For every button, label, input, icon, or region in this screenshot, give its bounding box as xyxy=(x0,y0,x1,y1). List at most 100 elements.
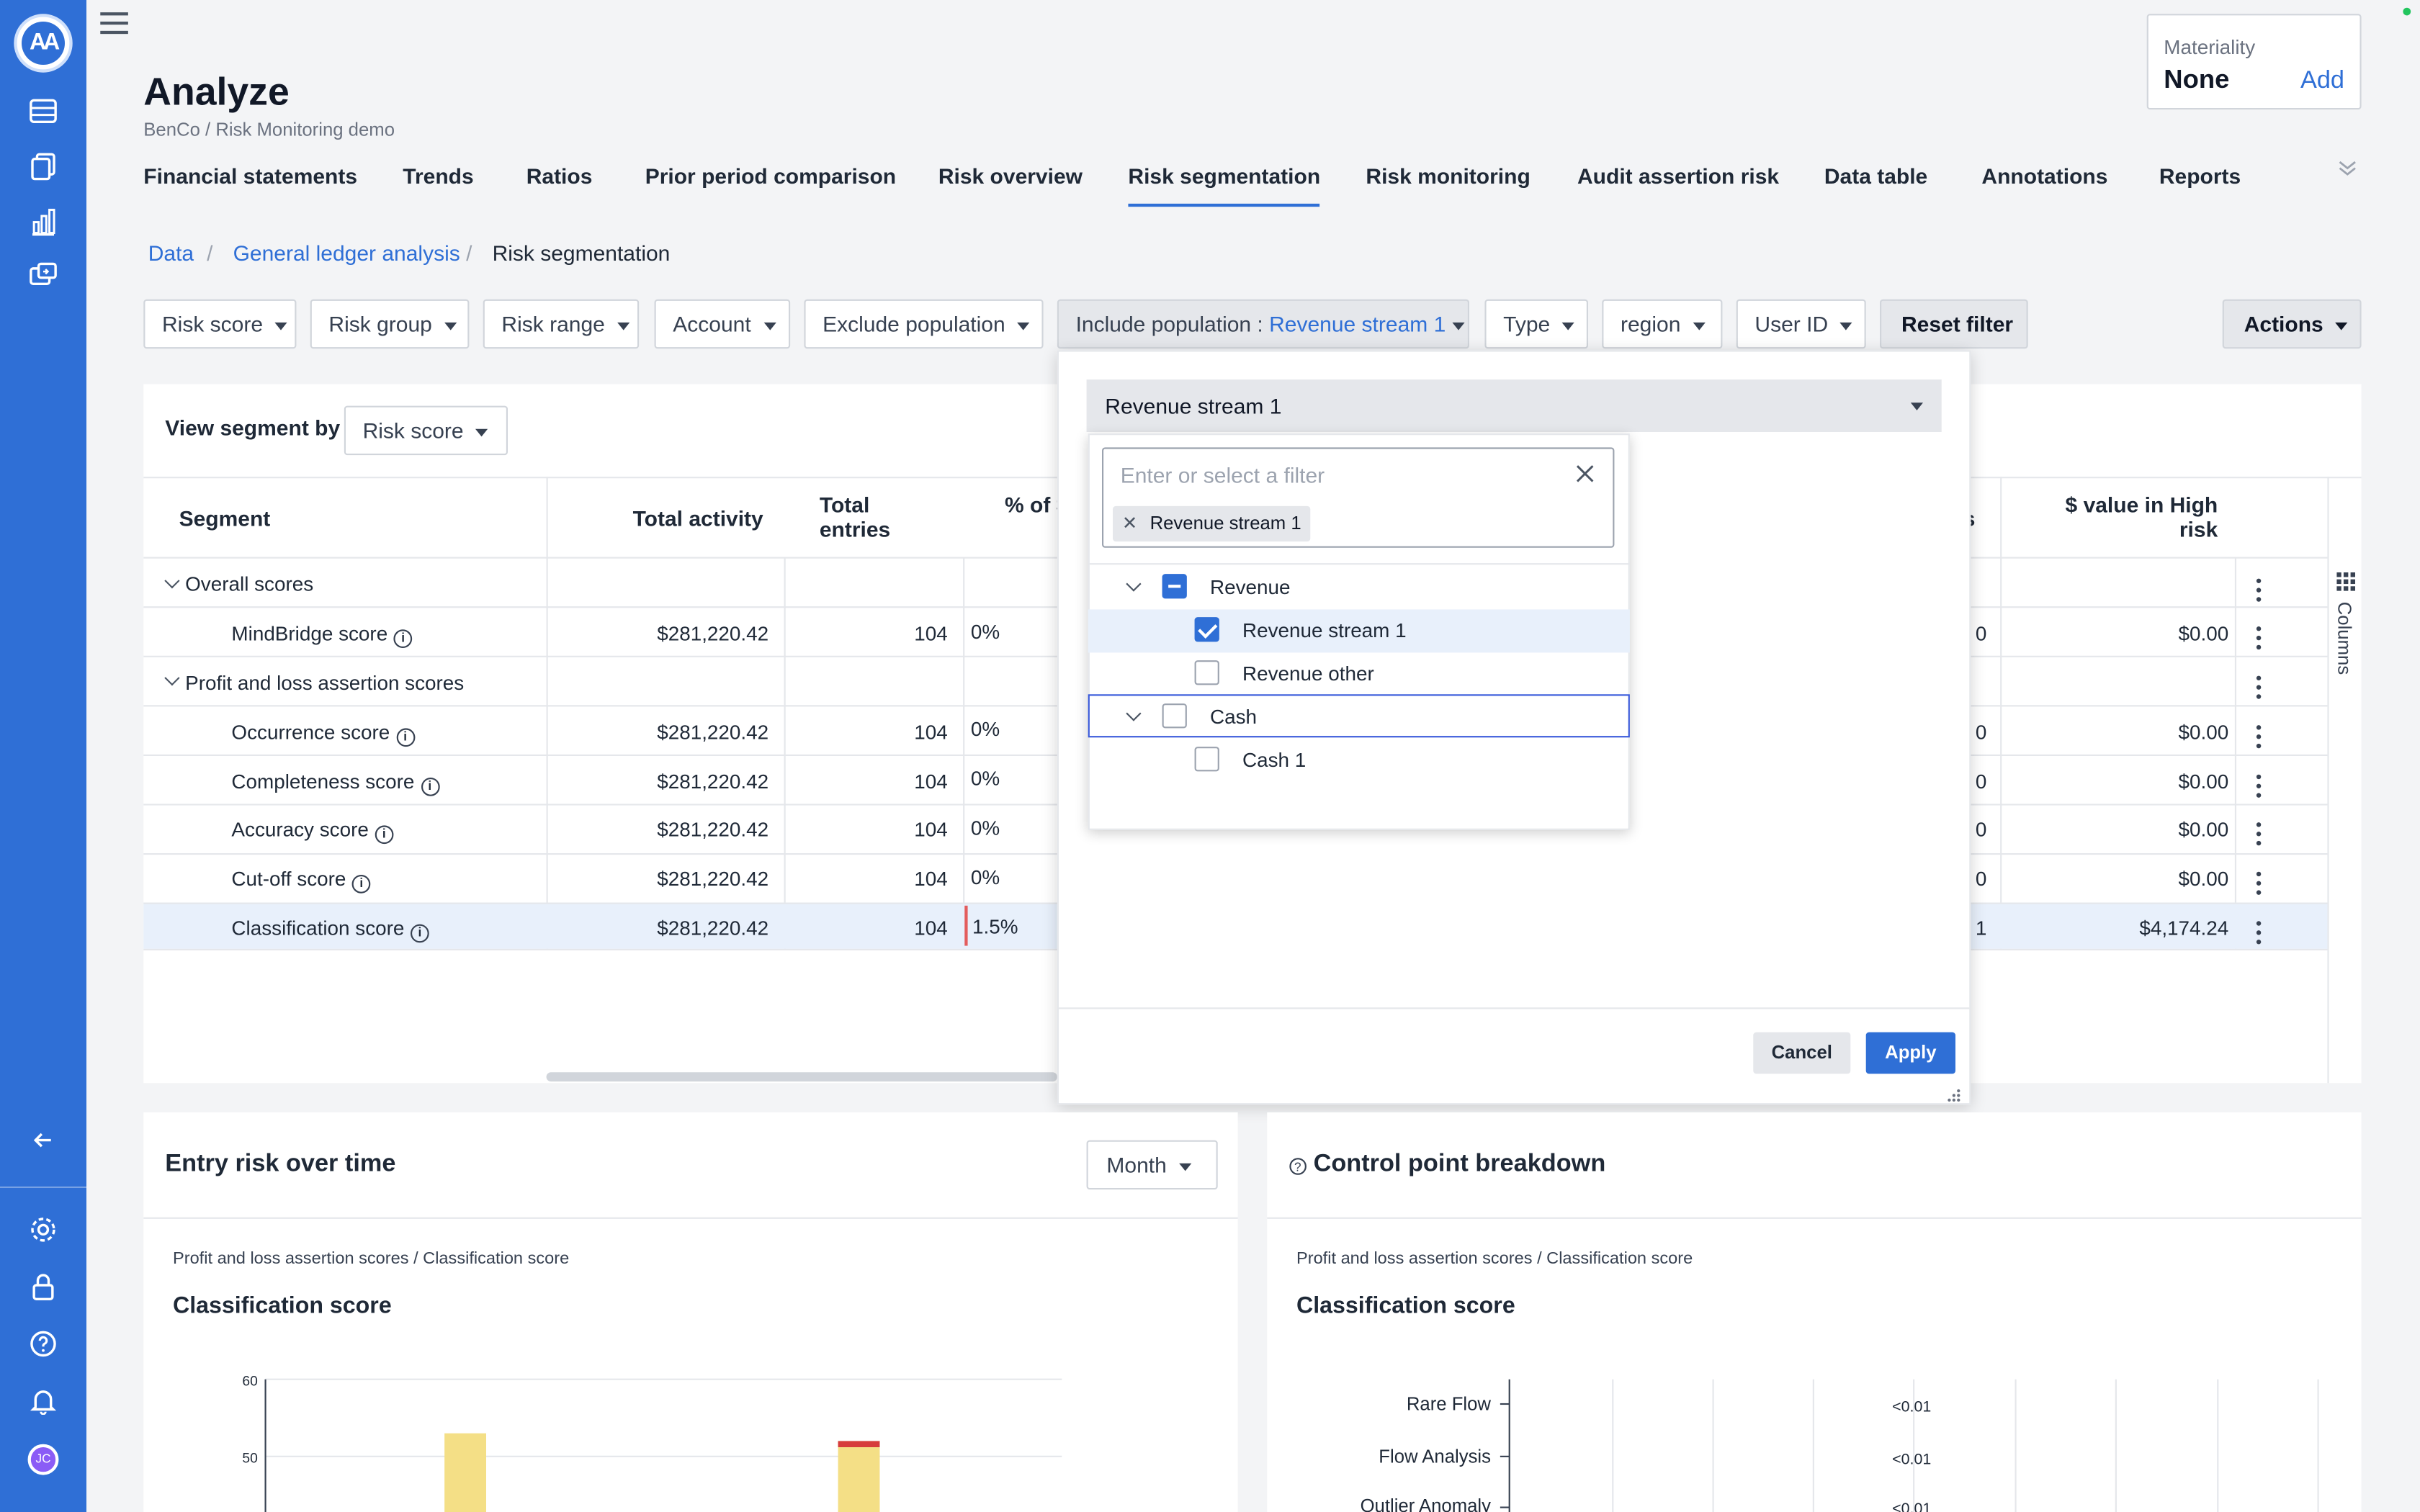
view-segment-select[interactable]: Risk score xyxy=(344,405,508,456)
bar-chart-icon[interactable] xyxy=(28,208,59,239)
cell-entries: 104 xyxy=(914,621,948,645)
population-select[interactable]: Revenue stream 1 xyxy=(1086,379,1942,432)
period-select[interactable]: Month xyxy=(1086,1140,1218,1190)
risk-range-filter[interactable]: Risk range xyxy=(483,299,640,349)
tab-financial-statements[interactable]: Financial statements xyxy=(143,163,357,188)
cell-activity: $281,220.42 xyxy=(657,621,769,645)
tabs-collapse-icon[interactable] xyxy=(2338,159,2357,182)
columns-panel-tab[interactable]: Columns xyxy=(2334,602,2355,675)
tab-trends[interactable]: Trends xyxy=(403,163,473,188)
tree-item-revenue[interactable]: Revenue xyxy=(1210,575,1291,598)
help-icon[interactable] xyxy=(28,1330,59,1361)
chip-remove-icon[interactable]: ✕ xyxy=(1122,512,1138,534)
page-title: Analyze xyxy=(143,71,290,114)
row-menu-icon[interactable] xyxy=(2256,626,2263,651)
avatar[interactable]: JC xyxy=(27,1444,59,1475)
reset-filter-button[interactable]: Reset filter xyxy=(1880,299,2028,349)
col-segment[interactable]: Segment xyxy=(179,506,271,531)
row-menu-icon[interactable] xyxy=(2256,871,2263,896)
cash-1-checkbox[interactable] xyxy=(1194,747,1219,772)
tab-data-table[interactable]: Data table xyxy=(1824,163,1927,188)
table-row[interactable]: Classification score i xyxy=(231,917,429,943)
y-tick-label: 50 xyxy=(242,1451,257,1466)
cell-pct: 0% xyxy=(970,816,1000,840)
row-menu-icon[interactable] xyxy=(2256,725,2263,750)
table-row: MindBridge score i xyxy=(231,622,413,648)
menu-icon[interactable] xyxy=(100,12,128,35)
tree-item-cash[interactable]: Cash xyxy=(1210,705,1257,728)
control-point-chart-title: Classification score xyxy=(1296,1292,1515,1320)
filter-search-input[interactable]: Enter or select a filter ✕ Revenue stream… xyxy=(1102,447,1615,548)
cell-activity: $281,220.42 xyxy=(657,916,769,940)
cell-activity: $281,220.42 xyxy=(657,770,769,793)
gear-icon[interactable] xyxy=(28,1216,59,1247)
table-row: Cut-off score i xyxy=(231,867,371,894)
cell-partial: 0 xyxy=(1975,720,1987,744)
tree-item-cash-1[interactable]: Cash 1 xyxy=(1242,748,1306,771)
tab-risk-segmentation[interactable]: Risk segmentation xyxy=(1128,163,1322,207)
risk-score-filter[interactable]: Risk score xyxy=(143,299,297,349)
user-id-filter[interactable]: User ID xyxy=(1736,299,1866,349)
apply-button[interactable]: Apply xyxy=(1865,1032,1955,1074)
entry-risk-path: Profit and loss assertion scores / Class… xyxy=(173,1249,570,1269)
cell-pct: 0% xyxy=(970,717,1000,741)
actions-button[interactable]: Actions xyxy=(2222,299,2362,349)
resize-handle-icon[interactable] xyxy=(1946,1083,1961,1111)
row-menu-icon[interactable] xyxy=(2256,675,2263,701)
table-row: Overall scores xyxy=(185,572,314,596)
type-filter[interactable]: Type xyxy=(1484,299,1588,349)
cell-entries: 104 xyxy=(914,720,948,744)
include-population-filter[interactable]: Include population : Revenue stream 1 xyxy=(1057,299,1469,349)
breadcrumb-data[interactable]: Data xyxy=(148,240,194,265)
row-menu-icon[interactable] xyxy=(2256,578,2263,603)
columns-grid-icon[interactable] xyxy=(2336,571,2355,599)
cell-high-risk: $0.00 xyxy=(2178,770,2229,793)
revenue-checkbox[interactable] xyxy=(1162,574,1187,599)
documents-icon[interactable] xyxy=(28,153,59,184)
row-menu-icon[interactable] xyxy=(2256,822,2263,847)
tree-item-revenue-stream-1[interactable]: Revenue stream 1 xyxy=(1242,618,1407,642)
col-total-activity[interactable]: Total activity xyxy=(633,506,763,531)
cell-partial: 0 xyxy=(1975,621,1987,645)
materiality-label: Materiality xyxy=(2164,35,2256,59)
region-filter[interactable]: region xyxy=(1602,299,1723,349)
lock-icon[interactable] xyxy=(28,1273,59,1304)
tree-item-revenue-other[interactable]: Revenue other xyxy=(1242,662,1374,685)
account-filter[interactable]: Account xyxy=(654,299,791,349)
category-label: Outlier Anomaly xyxy=(1361,1496,1492,1512)
row-menu-icon[interactable] xyxy=(2256,921,2263,945)
app-logo[interactable]: AA xyxy=(14,14,73,73)
cash-checkbox[interactable] xyxy=(1162,703,1187,729)
bell-icon[interactable] xyxy=(28,1387,59,1418)
tab-ratios[interactable]: Ratios xyxy=(526,163,593,188)
tab-prior-period-comparison[interactable]: Prior period comparison xyxy=(645,163,896,188)
breadcrumb-separator: / xyxy=(466,240,472,266)
col-total-entries[interactable]: Total entries xyxy=(820,492,890,542)
transfer-icon[interactable] xyxy=(28,262,59,293)
cell-partial: 0 xyxy=(1975,770,1987,793)
selected-filter-chip[interactable]: ✕ Revenue stream 1 xyxy=(1113,505,1311,542)
horizontal-scrollbar[interactable] xyxy=(546,1072,1057,1082)
tab-risk-overview[interactable]: Risk overview xyxy=(938,163,1083,188)
help-icon[interactable]: ? xyxy=(1289,1156,1307,1184)
database-icon[interactable] xyxy=(28,99,59,130)
risk-group-filter[interactable]: Risk group xyxy=(310,299,470,349)
pct-bar xyxy=(964,905,968,946)
collapse-arrow-icon[interactable] xyxy=(28,1130,59,1161)
filter-placeholder: Enter or select a filter xyxy=(1120,462,1325,488)
exclude-population-filter[interactable]: Exclude population xyxy=(804,299,1044,349)
info-icon: i xyxy=(420,778,439,796)
tab-reports[interactable]: Reports xyxy=(2159,163,2241,188)
cell-entries: 104 xyxy=(914,770,948,793)
clear-icon[interactable] xyxy=(1576,460,1595,491)
breadcrumb-general-ledger[interactable]: General ledger analysis xyxy=(233,240,460,265)
row-menu-icon[interactable] xyxy=(2256,774,2263,799)
tab-annotations[interactable]: Annotations xyxy=(1981,163,2107,188)
revenue-other-checkbox[interactable] xyxy=(1194,660,1219,685)
col-high-risk[interactable]: $ value in High risk xyxy=(2062,492,2218,542)
tab-audit-assertion-risk[interactable]: Audit assertion risk xyxy=(1577,163,1779,188)
tab-risk-monitoring[interactable]: Risk monitoring xyxy=(1366,163,1530,188)
materiality-add-link[interactable]: Add xyxy=(2300,68,2344,96)
cancel-button[interactable]: Cancel xyxy=(1753,1032,1851,1074)
revenue-stream-1-checkbox[interactable] xyxy=(1194,617,1219,642)
